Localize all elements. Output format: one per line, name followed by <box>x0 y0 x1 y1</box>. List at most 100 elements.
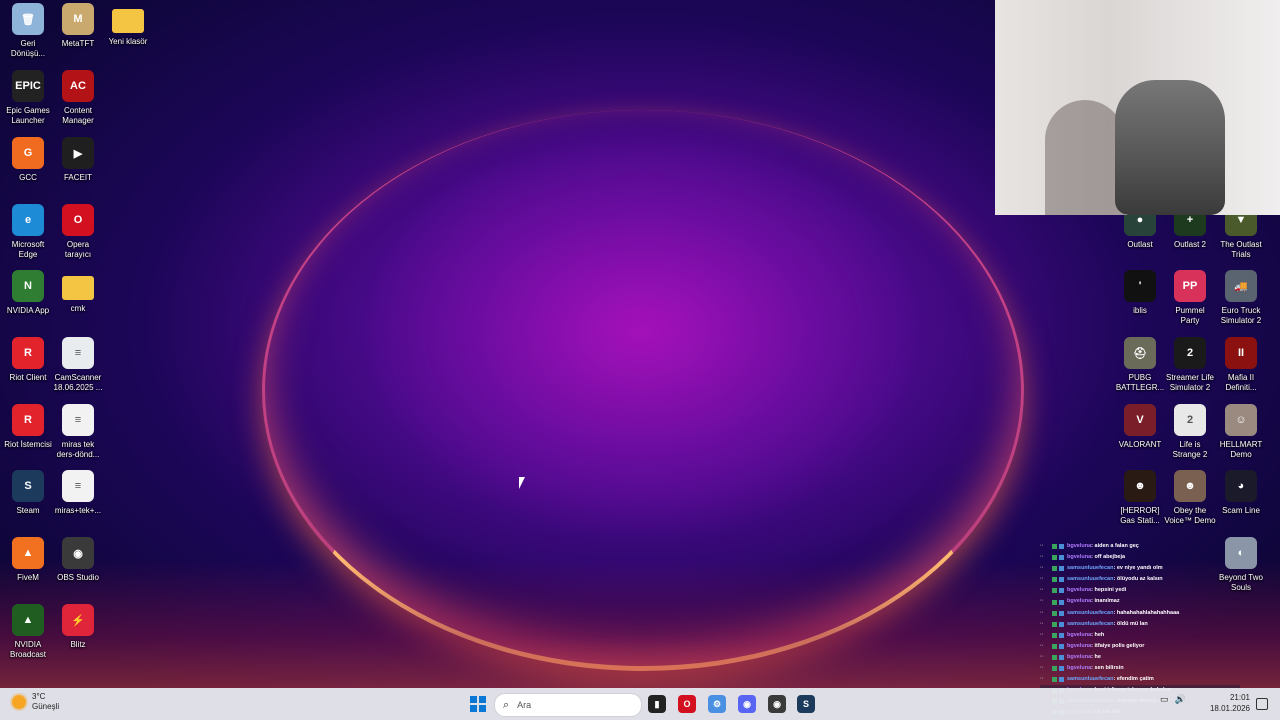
terminal-icon[interactable]: ▮ <box>648 695 666 713</box>
icon-glyph: ▲ <box>22 614 34 626</box>
desktop-shortcut[interactable]: ☺ HELLMART Demo <box>1213 404 1269 468</box>
desktop-shortcut[interactable]: ≡ miras+tek+... <box>50 470 106 534</box>
notification-icon[interactable] <box>1256 698 1268 710</box>
shortcut-label: miras tek ders-dönd... <box>56 440 100 459</box>
desktop: 🗑 Geri Dönüşü... M MetaTFT Yeni klasör EPIC Ep… <box>0 0 1280 720</box>
icon-glyph: + <box>1186 214 1194 226</box>
start-button[interactable] <box>470 696 486 712</box>
desktop-shortcut[interactable]: ▲ FiveM <box>0 537 56 601</box>
desktop-shortcut[interactable]: ▲ NVIDIA Broadcast <box>0 604 56 668</box>
desktop-shortcut[interactable]: AC Content Manager <box>50 70 106 134</box>
chat-badge-icon <box>1059 599 1064 605</box>
steam-icon: S <box>12 470 44 502</box>
weather-widget[interactable]: 3°C Güneşli <box>12 692 59 712</box>
chat-username: samsunluuefecan <box>1067 565 1114 572</box>
opera-taskbar-icon[interactable]: O <box>678 695 696 713</box>
desktop-shortcut[interactable]: ▶ FACEIT <box>50 137 106 201</box>
taskbar-app-glyph: O <box>683 699 691 709</box>
desktop-shortcut[interactable]: S Steam <box>0 470 56 534</box>
fivem-icon: ▲ <box>12 537 44 569</box>
shortcut-label: Mafia II Definiti... <box>1225 373 1257 392</box>
desktop-shortcut[interactable]: ⚡ Blitz <box>50 604 106 668</box>
chat-timestamp-icon: ·· <box>1040 653 1044 660</box>
discord-taskbar-icon[interactable]: ◉ <box>738 695 756 713</box>
chat-badge-icon <box>1052 577 1057 583</box>
chat-badge-icon <box>1059 566 1064 572</box>
desktop-shortcut[interactable]: 🚚 Euro Truck Simulator 2 <box>1213 270 1269 334</box>
chat-username: samsunluuefecan <box>1067 676 1114 683</box>
mafia-icon: II <box>1225 337 1257 369</box>
chat-timestamp-icon: ·· <box>1040 609 1044 616</box>
shortcut-label: Euro Truck Simulator 2 <box>1220 306 1262 325</box>
icon-glyph: ☻ <box>1184 480 1196 492</box>
shortcut-label: Scam Line <box>1222 506 1260 515</box>
document-icon: ≡ <box>62 404 94 436</box>
icon-glyph: 🚚 <box>1234 280 1248 293</box>
desktop-shortcut[interactable]: Yeni klasör <box>100 3 156 67</box>
icon-glyph: ▼ <box>1235 214 1247 226</box>
chat-username: samsunluuefecan <box>1067 576 1114 583</box>
chat-badge-icon <box>1052 588 1057 594</box>
desktop-shortcut[interactable]: II Mafia II Definiti... <box>1213 337 1269 401</box>
desktop-shortcut[interactable]: M MetaTFT <box>50 3 106 67</box>
volume-icon[interactable]: 🔊 <box>1175 694 1186 705</box>
desktop-shortcut[interactable]: 🗑 Geri Dönüşü... <box>0 3 56 67</box>
desktop-shortcut[interactable]: G GCC <box>0 137 56 201</box>
taskbar-app-glyph: ◉ <box>773 698 781 709</box>
desktop-shortcut[interactable]: N NVIDIA App <box>0 270 56 334</box>
desktop-shortcut[interactable]: ☻ Obey the Voice™ Demo <box>1162 470 1218 534</box>
network-icon[interactable]: ▭ <box>1160 694 1169 705</box>
search-icon: ⌕ <box>503 698 510 711</box>
iblis-icon: ' <box>1124 270 1156 302</box>
weather-temp: 3°C <box>32 692 46 701</box>
chat-message: ·· bgveluna : inanılmaz <box>1040 596 1240 607</box>
desktop-shortcut[interactable]: ≡ CamScanner 18.06.2025 ... <box>50 337 106 401</box>
epic-games-icon: EPIC <box>12 70 44 102</box>
desktop-shortcut[interactable]: ◕ Scam Line <box>1213 470 1269 534</box>
chat-badge-icon <box>1059 654 1064 660</box>
chat-username: bgveluna <box>1067 653 1092 660</box>
chat-username: bgveluna <box>1067 587 1092 594</box>
icon-glyph: ◕ <box>1237 480 1245 492</box>
desktop-shortcut[interactable]: O Opera tarayıcı <box>50 204 106 268</box>
settings-taskbar-icon[interactable]: ⚙ <box>708 695 726 713</box>
life-is-strange-icon: 2 <box>1174 404 1206 436</box>
icon-glyph: O <box>73 214 83 226</box>
webcam-person <box>1045 100 1125 215</box>
shortcut-label: Blitz <box>70 640 86 649</box>
chat-message: ·· bgveluna : sen bilirsin <box>1040 663 1240 674</box>
euro-truck-icon: 🚚 <box>1225 270 1257 302</box>
chat-timestamp-icon: ·· <box>1040 587 1044 594</box>
taskbar-app-glyph: ⚙ <box>712 698 722 709</box>
desktop-shortcut[interactable]: ◉ OBS Studio <box>50 537 106 601</box>
chat-badge-icon <box>1052 555 1057 561</box>
obey-voice-icon: ☻ <box>1174 470 1206 502</box>
sun-icon <box>12 695 26 709</box>
obs-taskbar-icon[interactable]: ◉ <box>768 695 786 713</box>
system-tray[interactable]: ▭ 🔊 <box>1160 694 1186 705</box>
pubg-icon: ⛑ <box>1124 337 1156 369</box>
icon-glyph: AC <box>70 80 86 92</box>
chat-timestamp-icon: ·· <box>1040 642 1044 649</box>
metatft-icon: M <box>62 3 94 35</box>
desktop-shortcut[interactable]: ≡ miras tek ders-dönd... <box>50 404 106 468</box>
icon-glyph: N <box>24 280 32 292</box>
desktop-shortcut[interactable]: cmk <box>50 270 106 334</box>
steam-taskbar-icon[interactable]: S <box>797 695 815 713</box>
mouse-cursor <box>519 477 525 489</box>
chat-message: ·· samsunluuefecan : hahahahahlahahahhaaa <box>1040 608 1240 619</box>
search-box[interactable]: ⌕ Ara <box>494 693 642 717</box>
edge-icon: e <box>12 204 44 236</box>
chat-badge-icon <box>1052 566 1057 572</box>
blitz-icon: ⚡ <box>62 604 94 636</box>
chat-message: ·· bgveluna : hepsini yedi <box>1040 585 1240 596</box>
icon-glyph: e <box>24 214 32 226</box>
chat-message: ·· samsunluuefecan : ev niye yandı olm <box>1040 563 1240 574</box>
shortcut-label: miras+tek+... <box>54 506 102 515</box>
webcam-chair <box>1115 80 1225 215</box>
chat-timestamp-icon: ·· <box>1040 565 1044 572</box>
shortcut-label: Content Manager <box>62 106 94 125</box>
taskbar-clock[interactable]: 21:01 18.01.2026 <box>1206 692 1250 714</box>
recycle-bin-icon: 🗑 <box>12 3 44 35</box>
chat-badge-icon <box>1052 599 1057 605</box>
